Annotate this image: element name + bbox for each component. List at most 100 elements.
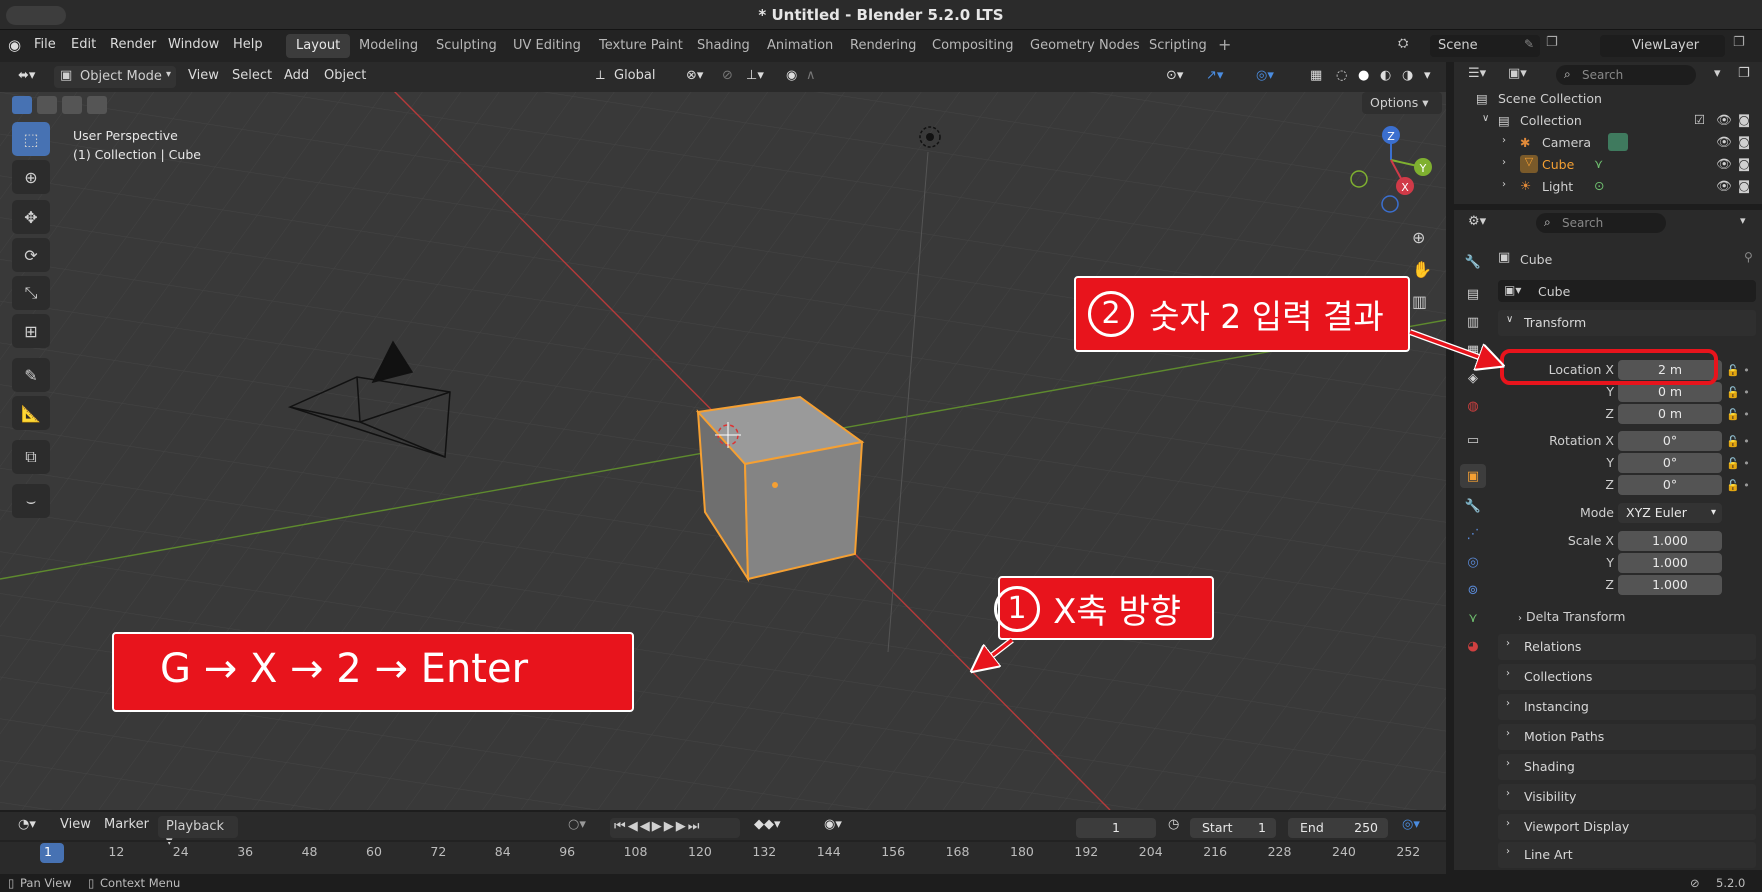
- wireframe-shading-icon[interactable]: ◌: [1330, 67, 1353, 87]
- delta-transform-subpanel[interactable]: › Delta Transform: [1518, 609, 1748, 629]
- blender-logo-icon[interactable]: ◉: [8, 36, 21, 54]
- scene-selector-icon[interactable]: ⛭: [1398, 36, 1408, 51]
- data-tab-icon[interactable]: ⋎: [1460, 606, 1486, 630]
- rotation-x-field[interactable]: 0°: [1618, 431, 1722, 451]
- tab-compositing[interactable]: Compositing: [922, 34, 1024, 58]
- line-art-panel-header[interactable]: › Line Art: [1498, 842, 1756, 868]
- start-frame-field[interactable]: Start 1: [1190, 818, 1276, 838]
- clock-icon[interactable]: ◷: [1162, 816, 1185, 836]
- eye-icon[interactable]: 👁: [1716, 178, 1732, 194]
- timeline-menu-marker[interactable]: Marker: [98, 816, 155, 836]
- instancing-panel-header[interactable]: › Instancing: [1498, 694, 1756, 720]
- outliner-editor-icon[interactable]: ☰▾: [1468, 66, 1486, 81]
- menu-object[interactable]: Object: [318, 67, 372, 87]
- annotate-tool-icon[interactable]: ✎: [12, 358, 50, 392]
- eye-icon[interactable]: 👁: [1716, 134, 1732, 150]
- snap-target-icon[interactable]: ⊥▾: [740, 67, 770, 87]
- tab-scripting[interactable]: Scripting: [1139, 34, 1217, 58]
- pan-hand-icon[interactable]: ✋: [1412, 260, 1432, 279]
- lock-icon[interactable]: 🔓 •: [1726, 431, 1760, 453]
- gizmo-icon[interactable]: ↗▾: [1200, 67, 1229, 87]
- new-view-layer-icon[interactable]: ❐: [1733, 35, 1745, 50]
- particles-tab-icon[interactable]: ⋰: [1460, 522, 1486, 546]
- outliner-row-camera[interactable]: › ✱ Camera 👁 ◙: [1454, 132, 1762, 154]
- camera-render-icon[interactable]: ◙: [1738, 156, 1750, 171]
- lock-icon[interactable]: 🔓 •: [1726, 404, 1760, 426]
- chevron-right-icon[interactable]: ›: [1502, 135, 1506, 146]
- physics-tab-icon[interactable]: ◎: [1460, 550, 1486, 574]
- scale-y-field[interactable]: 1.000: [1618, 553, 1722, 573]
- scale-z-field[interactable]: 1.000: [1618, 575, 1722, 595]
- properties-editor-icon[interactable]: ⚙▾: [1468, 214, 1486, 229]
- constraints-tab-icon[interactable]: ⊚: [1460, 578, 1486, 602]
- collections-panel-header[interactable]: › Collections: [1498, 664, 1756, 690]
- menu-help[interactable]: Help: [233, 37, 263, 52]
- properties-search-input[interactable]: ⌕ Search: [1536, 213, 1666, 233]
- xray-icon[interactable]: ▦: [1304, 67, 1328, 87]
- snap-icon[interactable]: ⊘: [716, 67, 739, 87]
- object-tab-icon[interactable]: ▣: [1460, 464, 1486, 488]
- tab-sculpting[interactable]: Sculpting: [426, 34, 507, 58]
- add-workspace-button[interactable]: +: [1218, 35, 1231, 54]
- tab-modeling[interactable]: Modeling: [349, 34, 428, 58]
- menu-edit[interactable]: Edit: [71, 37, 96, 52]
- menu-window[interactable]: Window: [168, 37, 219, 52]
- select-mode-buttons[interactable]: [12, 96, 116, 116]
- tab-animation[interactable]: Animation: [757, 34, 843, 58]
- menu-render[interactable]: Render: [110, 37, 156, 52]
- camera-render-icon[interactable]: ◙: [1738, 112, 1750, 127]
- overlay-icon[interactable]: ◎▾: [1250, 67, 1280, 87]
- location-z-field[interactable]: 0 m: [1618, 404, 1722, 424]
- camera-render-icon[interactable]: ◙: [1738, 178, 1750, 193]
- view-layer-tab-icon[interactable]: ▦: [1460, 338, 1486, 362]
- camera-render-icon[interactable]: ◙: [1738, 134, 1750, 149]
- lock-icon[interactable]: 🔓 •: [1726, 360, 1760, 382]
- scene-field[interactable]: Scene ✎: [1430, 35, 1540, 57]
- lock-icon[interactable]: 🔓 •: [1726, 382, 1760, 404]
- current-frame-field[interactable]: 1: [1076, 818, 1156, 838]
- new-collection-icon[interactable]: ❐: [1738, 66, 1750, 81]
- options-dropdown[interactable]: Options ▾: [1362, 92, 1442, 114]
- output-tab-icon[interactable]: ▥: [1460, 310, 1486, 334]
- timeline-menu-view[interactable]: View: [54, 816, 97, 836]
- orientation-dropdown[interactable]: Global: [608, 67, 661, 87]
- tab-rendering[interactable]: Rendering: [840, 34, 926, 58]
- timeline-editor-icon[interactable]: ◔▾: [12, 816, 42, 836]
- material-shading-icon[interactable]: ◐: [1374, 67, 1397, 87]
- render-tab-icon[interactable]: ▤: [1460, 282, 1486, 306]
- transform-panel-header[interactable]: ∨ Transform: [1498, 310, 1756, 336]
- chevron-right-icon[interactable]: ›: [1502, 179, 1506, 190]
- viewport-display-panel-header[interactable]: › Viewport Display: [1498, 814, 1756, 840]
- chevron-right-icon[interactable]: ›: [1502, 157, 1506, 168]
- move-tool-icon[interactable]: ✥: [12, 200, 50, 234]
- visibility-icon[interactable]: ⊙▾: [1160, 67, 1189, 87]
- measure-tool-icon[interactable]: 📐: [12, 396, 50, 430]
- display-mode-icon[interactable]: ▣▾: [1508, 66, 1527, 81]
- rotation-y-field[interactable]: 0°: [1618, 453, 1722, 473]
- cursor-tool-icon[interactable]: ⊕: [12, 160, 50, 194]
- outliner-row-light[interactable]: › ☀ Light ⊙ 👁 ◙: [1454, 176, 1762, 198]
- select-box-tool-icon[interactable]: ⬚: [12, 122, 50, 156]
- menu-add[interactable]: Add: [278, 67, 315, 87]
- tab-uv-editing[interactable]: UV Editing: [503, 34, 591, 58]
- outliner-row-cube[interactable]: › ▽ Cube ⋎ 👁 ◙: [1454, 154, 1762, 176]
- camera-view-icon[interactable]: ▥: [1412, 292, 1427, 311]
- rendered-shading-icon[interactable]: ◑: [1396, 67, 1419, 87]
- zoom-icon[interactable]: ⊕: [1412, 228, 1425, 247]
- tab-layout[interactable]: Layout: [286, 34, 351, 58]
- end-frame-field[interactable]: End 250: [1288, 818, 1388, 838]
- eye-icon[interactable]: 👁: [1716, 112, 1732, 128]
- pin-icon[interactable]: ⚲: [1744, 250, 1753, 264]
- outliner-row-collection[interactable]: ∨ ▤ Collection ☑ 👁 ◙: [1454, 110, 1762, 132]
- menu-file[interactable]: File: [34, 37, 56, 52]
- pivot-icon[interactable]: ⊗▾: [680, 67, 709, 87]
- menu-view[interactable]: View: [182, 67, 225, 87]
- eye-icon[interactable]: 👁: [1716, 156, 1732, 172]
- falloff-icon[interactable]: ∧: [800, 67, 822, 87]
- material-tab-icon[interactable]: ◕: [1460, 634, 1486, 658]
- location-y-field[interactable]: 0 m: [1618, 382, 1722, 402]
- solid-shading-icon[interactable]: ●: [1352, 67, 1375, 87]
- tab-geometry-nodes[interactable]: Geometry Nodes: [1020, 34, 1150, 58]
- modifier-tab-icon[interactable]: 🔧: [1460, 494, 1486, 518]
- keyframe-nav-icon[interactable]: ◆◆▾: [748, 816, 787, 836]
